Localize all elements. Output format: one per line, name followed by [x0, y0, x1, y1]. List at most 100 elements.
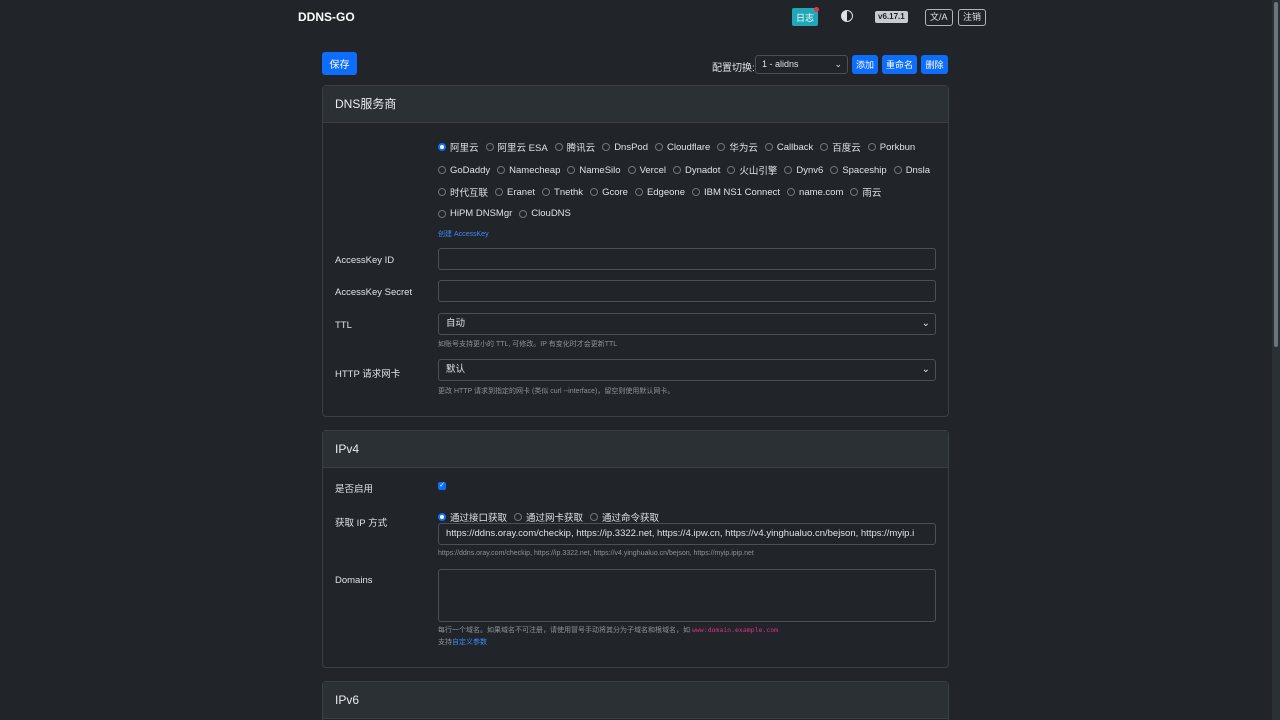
rename-config-button[interactable]: 重命名 [882, 55, 917, 74]
radio-icon[interactable] [438, 209, 446, 218]
radio-icon[interactable] [567, 166, 576, 174]
radio-icon[interactable] [655, 143, 663, 151]
config-select[interactable]: 1 - alidns ⌄ [755, 55, 848, 74]
radio-icon[interactable] [672, 166, 681, 174]
provider-option-label: Spaceship [842, 164, 887, 176]
radio-icon[interactable] [764, 143, 773, 151]
radio-icon[interactable] [590, 513, 599, 521]
domains-support: 支持自定义参数 [438, 637, 487, 647]
radio-icon[interactable] [727, 166, 736, 174]
provider-option[interactable]: Tnethk [542, 185, 583, 199]
provider-option[interactable]: Vercel [627, 163, 666, 177]
provider-option[interactable]: Eranet [495, 185, 535, 199]
radio-icon[interactable] [787, 188, 796, 196]
radio-icon[interactable] [634, 188, 643, 196]
ip-api-url-help: https://ddns.oray.com/checkip, https://i… [438, 550, 754, 557]
ip-method-option[interactable]: 通过命令获取 [590, 510, 659, 524]
provider-option-label: Cloudflare [667, 141, 711, 153]
enable-checkbox[interactable]: ✓ [438, 482, 446, 490]
radio-icon[interactable] [830, 166, 839, 174]
radio-icon[interactable] [717, 143, 726, 151]
provider-option[interactable]: IBM NS1 Connect [691, 185, 780, 199]
ip-method-options: 通过接口获取 通过网卡获取 通过命令获取 [438, 510, 666, 524]
radio-icon[interactable] [893, 166, 902, 174]
accesskey-id-input[interactable] [438, 248, 936, 270]
domains-textarea[interactable] [438, 569, 936, 622]
provider-option[interactable]: NameSilo [567, 163, 621, 177]
radio-icon[interactable] [514, 513, 523, 521]
provider-option-label: Vercel [639, 164, 666, 176]
ip-method-option[interactable]: 通过网卡获取 [514, 510, 583, 524]
radio-icon[interactable] [542, 188, 551, 196]
provider-option-label: 时代互联 [450, 188, 489, 199]
delete-config-button[interactable]: 删除 [921, 55, 948, 74]
scrollbar-thumb[interactable] [1274, 2, 1278, 347]
provider-option[interactable]: Namecheap [497, 163, 560, 177]
radio-icon[interactable] [691, 188, 700, 196]
provider-option-label: GoDaddy [450, 164, 491, 176]
page-scrollbar[interactable] [1272, 0, 1280, 720]
provider-option[interactable]: GoDaddy [438, 163, 490, 177]
create-accesskey-link[interactable]: 创建 AccessKey [438, 229, 489, 239]
provider-option[interactable]: ClouDNS [519, 208, 571, 219]
radio-icon[interactable] [627, 166, 636, 174]
save-button[interactable]: 保存 [322, 52, 357, 75]
radio-icon[interactable] [495, 188, 504, 196]
radio-icon[interactable] [554, 143, 563, 151]
provider-option[interactable]: Cloudflare [655, 140, 710, 154]
provider-option[interactable]: Dynv6 [784, 163, 823, 177]
provider-option-label: 腾讯云 [566, 143, 596, 154]
provider-option[interactable]: 腾讯云 [554, 140, 596, 154]
radio-icon[interactable] [590, 188, 599, 196]
provider-option[interactable]: Dynadot [672, 163, 720, 177]
provider-option[interactable]: 阿里云 ESA [485, 140, 548, 154]
top-navbar: DDNS-GO 日志 v6.17.1 文/A 注销 [0, 0, 1272, 34]
ip-method-option[interactable]: 通过接口获取 [438, 510, 507, 524]
radio-icon[interactable] [497, 166, 506, 174]
provider-option[interactable]: 阿里云 [438, 140, 479, 154]
provider-option-label: Tnethk [554, 186, 584, 198]
radio-icon[interactable] [438, 143, 446, 151]
radio-icon[interactable] [438, 166, 446, 174]
enable-label: 是否启用 [335, 484, 374, 495]
radio-icon[interactable] [602, 143, 611, 151]
radio-icon[interactable] [519, 209, 528, 218]
provider-option[interactable]: Gcore [590, 185, 628, 199]
radio-icon[interactable] [867, 143, 876, 151]
provider-option-label: 阿里云 ESA [497, 143, 548, 154]
provider-option[interactable]: Edgeone [634, 185, 685, 199]
radio-icon[interactable] [784, 166, 793, 174]
radio-icon[interactable] [438, 513, 446, 521]
provider-option[interactable]: 百度云 [820, 140, 861, 154]
radio-icon[interactable] [438, 188, 446, 196]
provider-option[interactable]: Callback [764, 140, 814, 154]
custom-params-link[interactable]: 自定义参数 [452, 639, 487, 646]
ipv6-card: IPv6 [322, 681, 949, 720]
provider-option[interactable]: DnsPod [602, 140, 648, 154]
accesskey-secret-input[interactable] [438, 280, 936, 302]
logout-button[interactable]: 注销 [958, 9, 987, 26]
provider-option-label: Callback [776, 141, 814, 153]
language-button[interactable]: 文/A [925, 9, 953, 26]
provider-option[interactable]: 时代互联 [438, 185, 488, 199]
add-config-button[interactable]: 添加 [852, 55, 878, 74]
ttl-select[interactable]: 自动 ⌄ [438, 313, 936, 335]
provider-option[interactable]: Spaceship [830, 163, 887, 177]
radio-icon[interactable] [850, 188, 859, 196]
provider-option[interactable]: Dnsla [893, 163, 930, 177]
provider-option[interactable]: 雨云 [850, 185, 881, 199]
theme-toggle-icon[interactable] [841, 10, 853, 22]
nic-select[interactable]: 默认 ⌄ [438, 359, 936, 381]
provider-option[interactable]: 华为云 [717, 140, 758, 154]
provider-option[interactable]: 火山引擎 [727, 163, 777, 177]
provider-option-label: HiPM DNSMgr [450, 208, 513, 219]
radio-icon[interactable] [820, 143, 829, 151]
ip-api-url-input[interactable]: https://ddns.oray.com/checkip, https://i… [438, 523, 936, 545]
radio-icon[interactable] [485, 143, 494, 151]
provider-option[interactable]: HiPM DNSMgr [438, 208, 512, 219]
provider-option[interactable]: name.com [787, 185, 843, 199]
log-button[interactable]: 日志 [792, 7, 819, 26]
card-title: IPv6 [323, 682, 948, 719]
provider-option-label: 阿里云 [450, 143, 479, 154]
provider-option[interactable]: Porkbun [867, 140, 915, 154]
